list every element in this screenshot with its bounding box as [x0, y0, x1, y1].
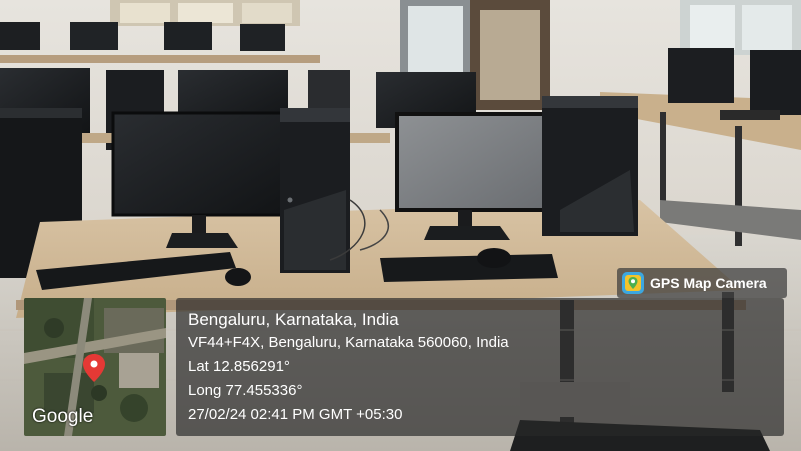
google-logo: Google: [32, 406, 94, 427]
city-line: Bengaluru, Karnataka, India: [188, 310, 399, 329]
location-info-panel: Bengaluru, Karnataka, India VF44+F4X, Be…: [176, 298, 784, 436]
gps-map-camera-badge: GPS Map Camera: [617, 268, 787, 298]
badge-label: GPS Map Camera: [650, 275, 767, 291]
photo-frame: GPS Map Camera Google Bengaluru, Karnata…: [0, 0, 801, 451]
latitude-line: Lat 12.856291°: [188, 358, 290, 375]
map-thumbnail[interactable]: Google: [24, 298, 166, 436]
address-line: VF44+F4X, Bengaluru, Karnataka 560060, I…: [188, 334, 509, 351]
datetime-line: 27/02/24 02:41 PM GMT +05:30: [188, 406, 403, 423]
longitude-line: Long 77.455336°: [188, 382, 303, 399]
gps-map-camera-icon: [622, 272, 644, 294]
